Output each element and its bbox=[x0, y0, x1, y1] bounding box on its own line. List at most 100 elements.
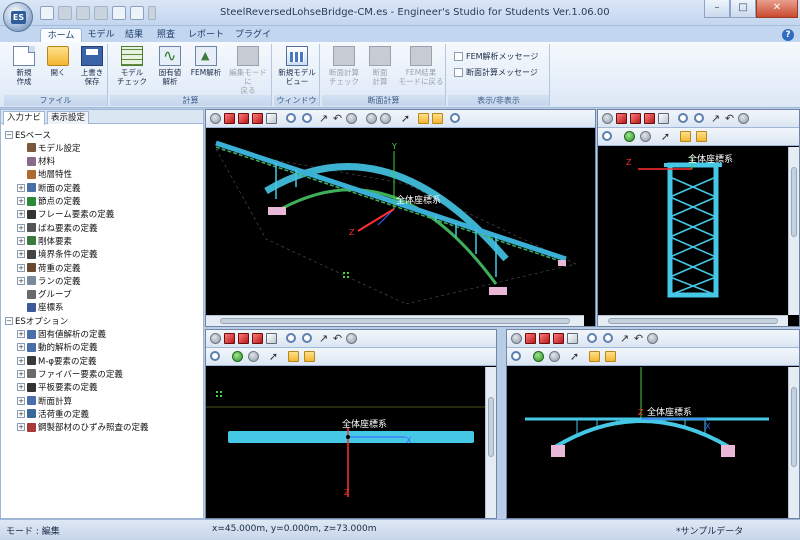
nav-back-icon[interactable] bbox=[366, 113, 377, 124]
zoom-out-icon[interactable] bbox=[603, 333, 613, 343]
tree-item[interactable]: − ESオプション bbox=[5, 314, 68, 327]
view-top-icon[interactable] bbox=[553, 333, 564, 344]
nav-forward-icon[interactable] bbox=[549, 351, 560, 362]
fem-message-toggle[interactable]: FEM解析メッセージ bbox=[454, 50, 538, 62]
vscroll-thumb[interactable] bbox=[488, 397, 494, 457]
nav-forward-icon[interactable] bbox=[248, 351, 259, 362]
tree-item[interactable]: + 節点の定義 bbox=[17, 195, 81, 208]
view-front-icon[interactable] bbox=[224, 333, 235, 344]
tab-check[interactable]: 照査 bbox=[152, 28, 180, 42]
tab-display-settings[interactable]: 表示設定 bbox=[47, 111, 90, 124]
view-iso-icon[interactable] bbox=[567, 333, 578, 344]
pan-arrow-icon[interactable]: ↗ bbox=[318, 333, 329, 344]
eigen-analysis-button[interactable]: 固有値 解析 bbox=[152, 46, 188, 86]
folder-view-icon[interactable] bbox=[418, 113, 429, 124]
expand-icon[interactable]: + bbox=[17, 223, 25, 232]
new-button[interactable]: 新規 作成 bbox=[6, 46, 42, 86]
zoom-out-icon[interactable] bbox=[694, 113, 704, 123]
section-message-toggle[interactable]: 断面計算メッセージ bbox=[454, 66, 538, 78]
rotate-icon[interactable]: ↶ bbox=[332, 113, 343, 124]
folder-export-icon[interactable] bbox=[432, 113, 443, 124]
minimize-icon[interactable]: – bbox=[704, 0, 730, 18]
pan-arrow-icon[interactable]: ↗ bbox=[619, 333, 630, 344]
view-side-icon[interactable] bbox=[238, 113, 249, 124]
viewport-3d-canvas[interactable]: Y Z 全体座標系 bbox=[206, 129, 595, 326]
maximize-icon[interactable]: □ bbox=[730, 0, 756, 18]
tab-model[interactable]: モデル bbox=[86, 28, 116, 42]
reset-view-icon[interactable] bbox=[738, 113, 749, 124]
tree-item[interactable]: − ESベース bbox=[5, 128, 51, 141]
tab-report[interactable]: レポート bbox=[186, 28, 226, 42]
nav-forward-icon[interactable] bbox=[640, 131, 651, 142]
rotate-icon[interactable]: ↶ bbox=[332, 333, 343, 344]
section-message-checkbox[interactable] bbox=[454, 67, 463, 77]
pan-arrow-icon[interactable]: ↗ bbox=[318, 113, 329, 124]
viewport-plan[interactable]: ↗ ↶ ➚ 全体座標系 X Z bbox=[205, 329, 497, 519]
tree-item[interactable]: + M-φ要素の定義 bbox=[17, 354, 97, 367]
tab-results[interactable]: 結果 bbox=[120, 28, 148, 42]
search-icon[interactable] bbox=[450, 113, 460, 123]
customize-qat-icon[interactable] bbox=[148, 6, 156, 20]
viewport-side[interactable]: ↗ ↶ ➚ Z 全体座標系 bbox=[597, 109, 800, 327]
view-iso-icon[interactable] bbox=[658, 113, 669, 124]
pointer-icon[interactable]: ➚ bbox=[400, 113, 411, 124]
tree-item[interactable]: 座標系 bbox=[17, 301, 64, 314]
search-icon[interactable] bbox=[602, 131, 612, 141]
folder-view-icon[interactable] bbox=[288, 351, 299, 362]
viewport-side-hscroll[interactable] bbox=[598, 315, 788, 326]
tree-item[interactable]: + ファイバー要素の定義 bbox=[17, 367, 123, 380]
hscroll-thumb[interactable] bbox=[608, 318, 778, 324]
view-top-icon[interactable] bbox=[252, 113, 263, 124]
back-to-edit-button[interactable]: 編集モードに 戻る bbox=[226, 46, 270, 95]
collapse-icon[interactable]: − bbox=[5, 316, 13, 325]
new-model-view-button[interactable]: 新規モデル ビュー bbox=[276, 46, 318, 86]
tree-item[interactable]: + 鋼製部材のひずみ照査の定義 bbox=[17, 421, 149, 434]
viewport-elevation-canvas[interactable]: Z 全体座標系 X bbox=[507, 367, 799, 518]
tab-plugin[interactable]: プラグイン bbox=[232, 28, 274, 54]
expand-icon[interactable]: + bbox=[17, 263, 25, 272]
tools-icon[interactable] bbox=[112, 6, 126, 20]
folder-export-icon[interactable] bbox=[696, 131, 707, 142]
tree-item[interactable]: 地層特性 bbox=[17, 168, 72, 181]
reset-view-icon[interactable] bbox=[346, 113, 357, 124]
viewport-elevation[interactable]: ↗ ↶ ➚ Z 全体座標系 X bbox=[506, 329, 800, 519]
hscroll-thumb[interactable] bbox=[220, 318, 570, 324]
nav-back-icon[interactable] bbox=[533, 351, 544, 362]
tree-item[interactable]: + ばね要素の定義 bbox=[17, 221, 98, 234]
view-top-icon[interactable] bbox=[644, 113, 655, 124]
nav-forward-icon[interactable] bbox=[380, 113, 391, 124]
expand-icon[interactable]: + bbox=[17, 236, 25, 245]
pointer-icon[interactable]: ➚ bbox=[569, 351, 580, 362]
tree-item[interactable]: + ランの定義 bbox=[17, 274, 81, 287]
section-calc-check-button[interactable]: 断面計算 チェック bbox=[324, 46, 364, 86]
zoom-fit-icon[interactable] bbox=[286, 113, 296, 123]
fem-analysis-button[interactable]: FEM解析 bbox=[188, 46, 224, 77]
zoom-out-icon[interactable] bbox=[302, 333, 312, 343]
pan-arrow-icon[interactable]: ↗ bbox=[710, 113, 721, 124]
tab-input-navi[interactable]: 入力ナビ bbox=[3, 111, 46, 125]
pointer-icon[interactable]: ➚ bbox=[660, 131, 671, 142]
expand-icon[interactable]: + bbox=[17, 356, 25, 365]
viewport-plan-canvas[interactable]: 全体座標系 X Z bbox=[206, 367, 496, 518]
flag-icon[interactable] bbox=[130, 6, 144, 20]
search-icon[interactable] bbox=[210, 351, 220, 361]
application-button[interactable]: ES bbox=[3, 2, 33, 32]
hand-tool-icon[interactable] bbox=[602, 113, 613, 124]
vscroll-thumb[interactable] bbox=[791, 167, 797, 237]
tree-item[interactable]: + 荷重の定義 bbox=[17, 261, 81, 274]
expand-icon[interactable]: + bbox=[17, 197, 25, 205]
expand-icon[interactable]: + bbox=[17, 330, 25, 338]
expand-icon[interactable]: + bbox=[17, 250, 25, 259]
tree-item[interactable]: + フレーム要素の定義 bbox=[17, 208, 114, 221]
expand-icon[interactable]: + bbox=[17, 183, 25, 192]
close-doc-icon[interactable] bbox=[94, 6, 108, 20]
search-icon[interactable] bbox=[511, 351, 521, 361]
view-side-icon[interactable] bbox=[238, 333, 249, 344]
viewport-side-vscroll[interactable] bbox=[788, 147, 799, 315]
tab-home[interactable]: ホーム bbox=[40, 28, 82, 42]
save-icon[interactable] bbox=[40, 6, 54, 20]
viewport-side-canvas[interactable]: Z 全体座標系 bbox=[598, 147, 799, 326]
view-top-icon[interactable] bbox=[252, 333, 263, 344]
section-calc-button[interactable]: 断面 計算 bbox=[364, 46, 396, 86]
tree-item[interactable]: + 断面計算 bbox=[17, 394, 72, 407]
